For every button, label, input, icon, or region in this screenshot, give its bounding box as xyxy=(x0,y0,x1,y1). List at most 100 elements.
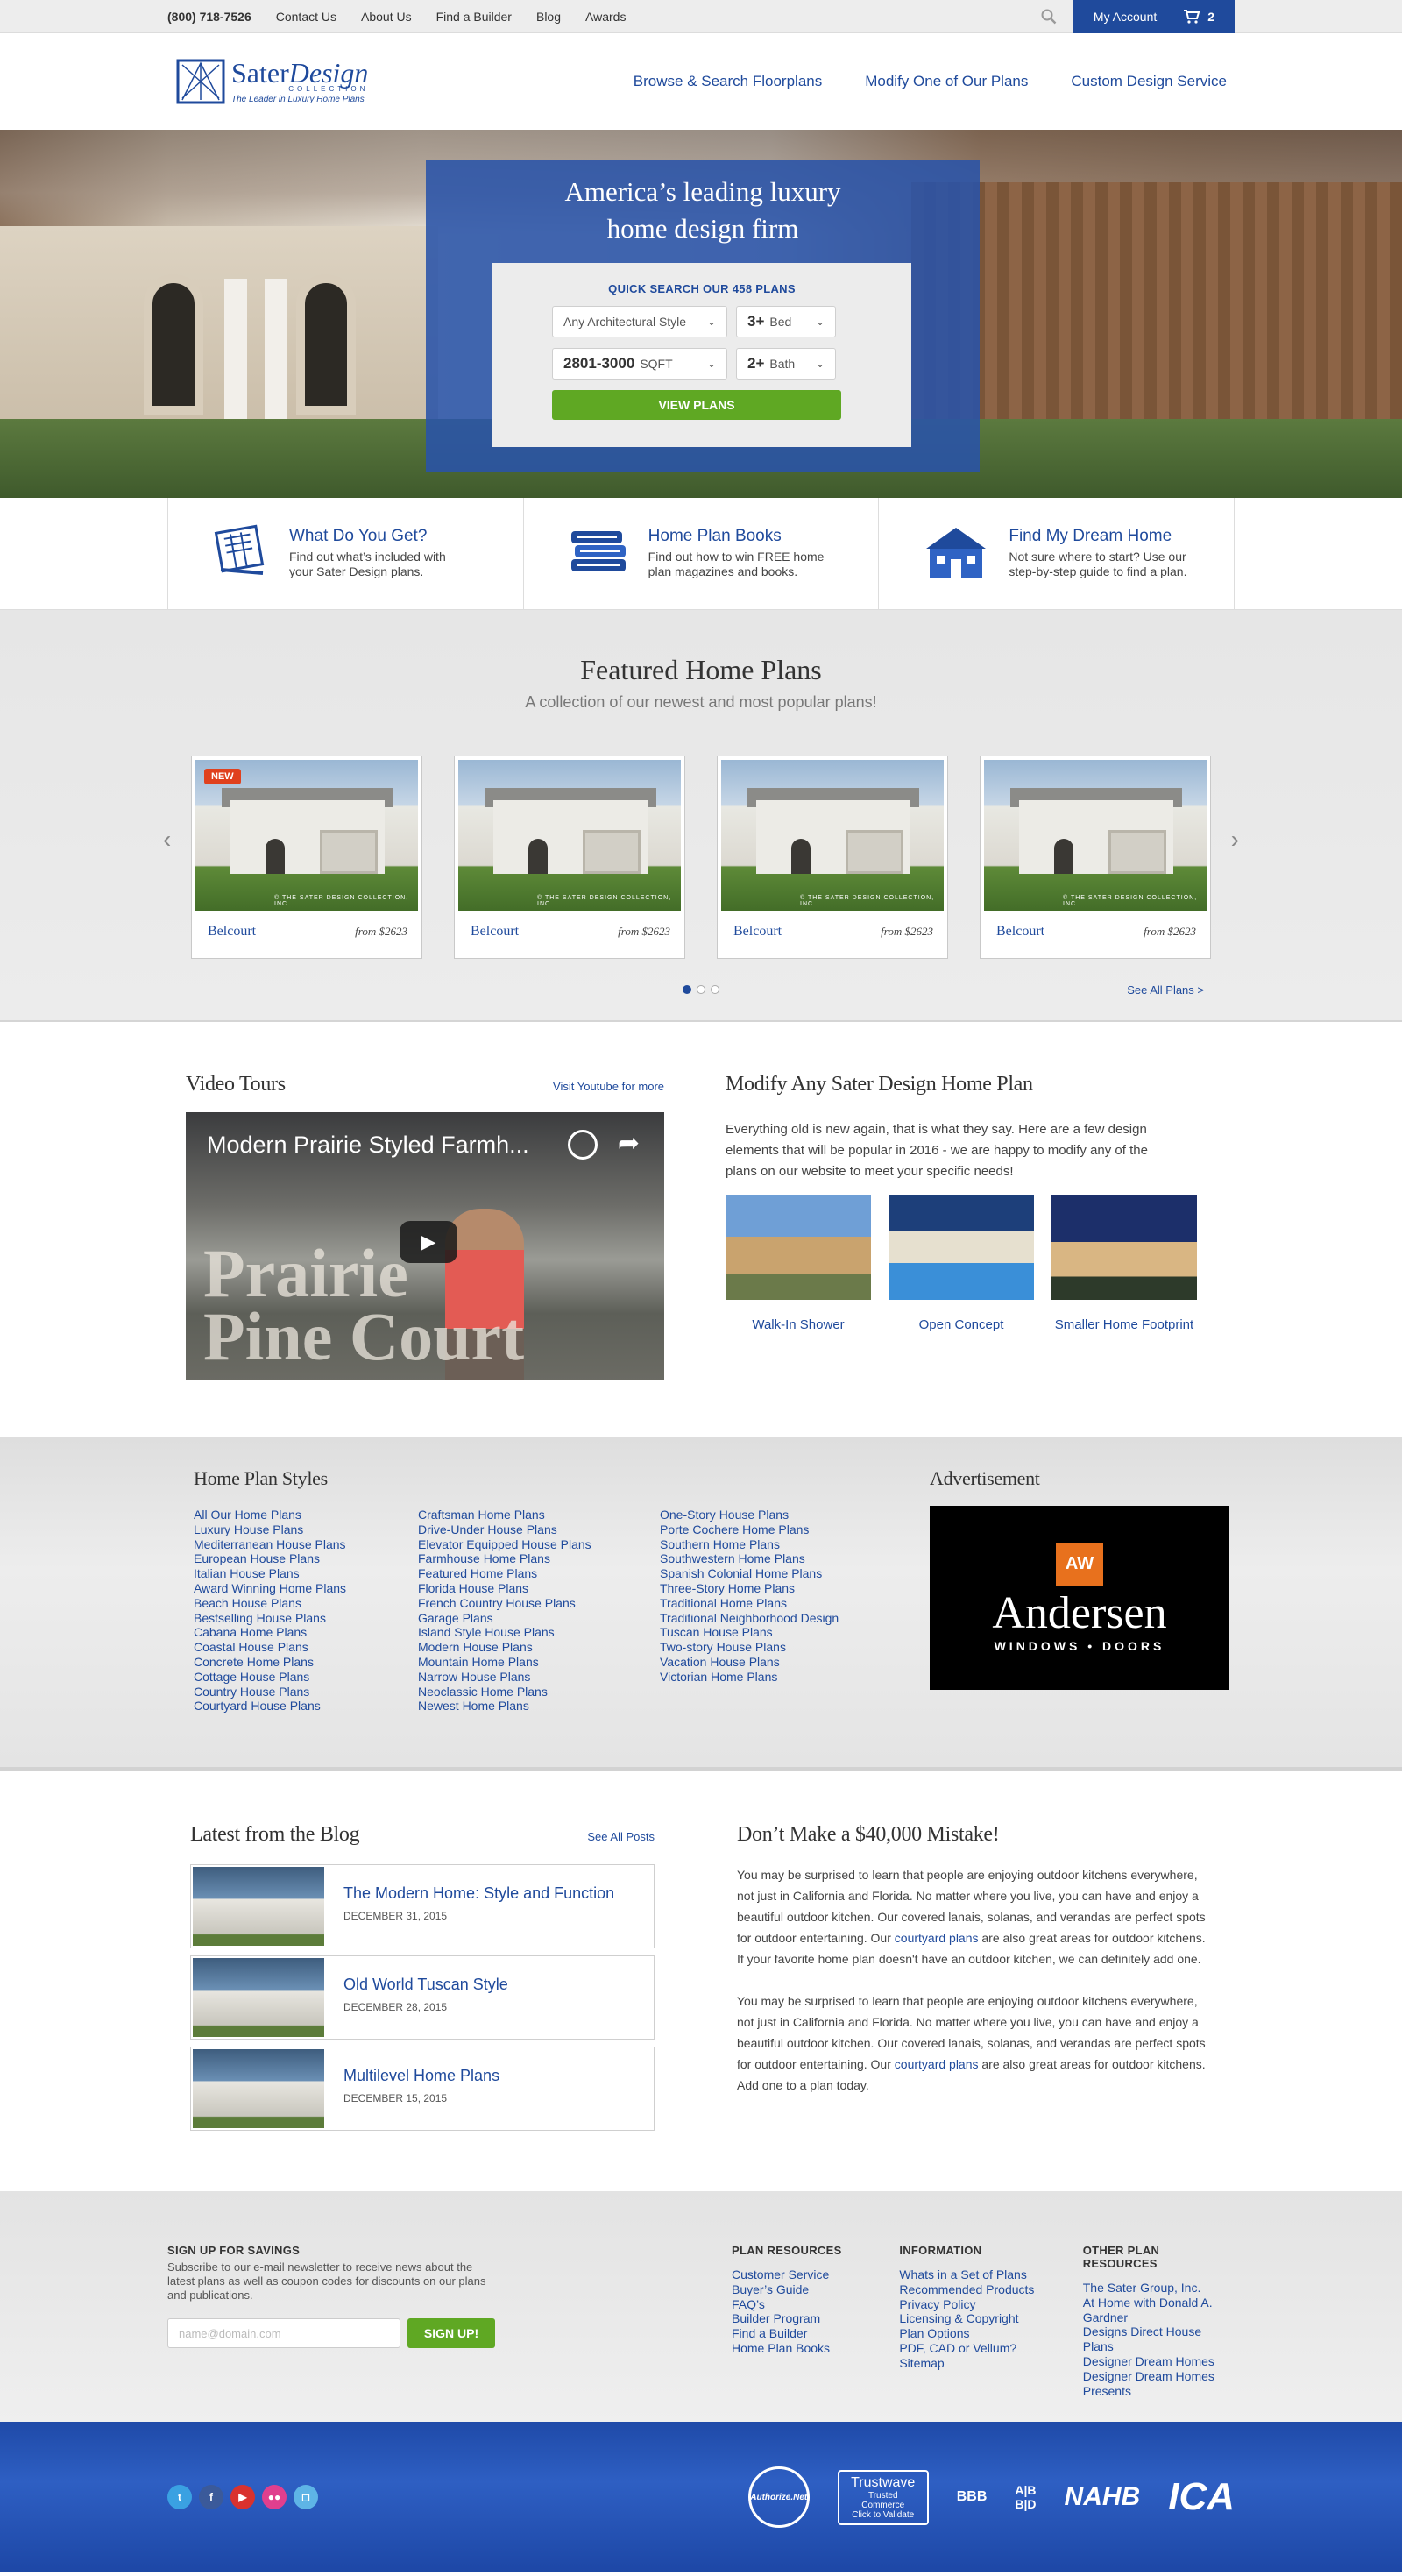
footer-link[interactable]: Designer Dream Homes Presents xyxy=(1083,2369,1235,2399)
nav-browse-floorplans[interactable]: Browse & Search Floorplans xyxy=(634,73,822,90)
style-link[interactable]: Mediterranean House Plans xyxy=(194,1537,418,1552)
search-icon[interactable] xyxy=(1031,0,1066,33)
style-link[interactable]: Featured Home Plans xyxy=(418,1566,660,1581)
style-link[interactable]: Italian House Plans xyxy=(194,1566,418,1581)
share-icon[interactable]: ➦ xyxy=(618,1128,640,1159)
style-link[interactable]: Bestselling House Plans xyxy=(194,1611,418,1626)
email-input[interactable]: name@domain.com xyxy=(167,2318,400,2348)
carousel-dot[interactable] xyxy=(697,985,705,994)
footer-link[interactable]: Designs Direct House Plans xyxy=(1083,2324,1235,2354)
toplink-blog[interactable]: Blog xyxy=(536,10,561,24)
style-link[interactable]: Drive-Under House Plans xyxy=(418,1522,660,1537)
style-link[interactable]: Traditional Home Plans xyxy=(660,1596,875,1611)
style-select[interactable]: Any Architectural Style ⌄ xyxy=(552,306,727,337)
footer-link[interactable]: The Sater Group, Inc. xyxy=(1083,2281,1235,2296)
watch-later-icon[interactable] xyxy=(568,1130,598,1160)
blog-post[interactable]: The Modern Home: Style and Function DECEM… xyxy=(190,1864,655,1948)
footer-link[interactable]: Recommended Products xyxy=(899,2282,1082,2297)
view-plans-button[interactable]: VIEW PLANS xyxy=(552,390,841,420)
twitter-icon[interactable]: t xyxy=(167,2485,192,2509)
modify-smaller-footprint[interactable]: Smaller Home Footprint xyxy=(1052,1195,1197,1332)
style-link[interactable]: Tuscan House Plans xyxy=(660,1625,875,1640)
style-link[interactable]: Courtyard House Plans xyxy=(194,1699,418,1714)
toplink-about[interactable]: About Us xyxy=(361,10,412,24)
style-link[interactable]: Vacation House Plans xyxy=(660,1655,875,1670)
style-link[interactable]: Farmhouse Home Plans xyxy=(418,1551,660,1566)
style-link[interactable]: Modern House Plans xyxy=(418,1640,660,1655)
blog-post[interactable]: Old World Tuscan Style DECEMBER 28, 2015 xyxy=(190,1955,655,2040)
style-link[interactable]: Beach House Plans xyxy=(194,1596,418,1611)
plan-card[interactable]: © THE SATER DESIGN COLLECTION, INC. Belc… xyxy=(717,756,948,959)
play-icon[interactable]: ▶ xyxy=(400,1221,457,1263)
style-link[interactable]: Southern Home Plans xyxy=(660,1537,875,1552)
style-link[interactable]: Elevator Equipped House Plans xyxy=(418,1537,660,1552)
footer-link[interactable]: Find a Builder xyxy=(732,2326,899,2341)
style-link[interactable]: Country House Plans xyxy=(194,1685,418,1700)
video-player[interactable]: Modern Prairie Styled Farmh... ➦ Prairie… xyxy=(186,1112,664,1380)
plan-card[interactable]: © THE SATER DESIGN COLLECTION, INC. Belc… xyxy=(454,756,685,959)
style-link[interactable]: Garage Plans xyxy=(418,1611,660,1626)
see-all-posts-link[interactable]: See All Posts xyxy=(587,1830,655,1843)
style-link[interactable]: Cabana Home Plans xyxy=(194,1625,418,1640)
plan-card[interactable]: © THE SATER DESIGN COLLECTION, INC. Belc… xyxy=(980,756,1211,959)
my-account-button[interactable]: My Account 2 xyxy=(1073,0,1235,33)
style-link[interactable]: Narrow House Plans xyxy=(418,1670,660,1685)
carousel-next-arrow-icon[interactable]: › xyxy=(1231,826,1239,854)
andersen-ad[interactable]: AW Andersen WINDOWS • DOORS xyxy=(930,1506,1229,1690)
style-link[interactable]: Victorian Home Plans xyxy=(660,1670,875,1685)
cart-button[interactable]: 2 xyxy=(1183,10,1214,24)
site-logo[interactable]: SaterDesign COLLECTION The Leader in Lux… xyxy=(175,58,368,105)
plan-card[interactable]: NEW © THE SATER DESIGN COLLECTION, INC. … xyxy=(191,756,422,959)
style-link[interactable]: Luxury House Plans xyxy=(194,1522,418,1537)
style-link[interactable]: Newest Home Plans xyxy=(418,1699,660,1714)
footer-link[interactable]: Sitemap xyxy=(899,2356,1082,2371)
style-link[interactable]: Neoclassic Home Plans xyxy=(418,1685,660,1700)
signup-button[interactable]: SIGN UP! xyxy=(407,2318,495,2348)
footer-link[interactable]: Plan Options xyxy=(899,2326,1082,2341)
courtyard-plans-link[interactable]: courtyard plans xyxy=(895,1931,979,1945)
style-link[interactable]: Three-Story Home Plans xyxy=(660,1581,875,1596)
footer-link[interactable]: Builder Program xyxy=(732,2311,899,2326)
bath-select[interactable]: 2+ Bath ⌄ xyxy=(736,348,836,380)
modify-walk-in-shower[interactable]: Walk-In Shower xyxy=(726,1195,871,1332)
style-link[interactable]: Coastal House Plans xyxy=(194,1640,418,1655)
footer-link[interactable]: FAQ’s xyxy=(732,2297,899,2312)
youtube-link[interactable]: Visit Youtube for more xyxy=(553,1080,664,1093)
toplink-awards[interactable]: Awards xyxy=(585,10,626,24)
trustwave-seal[interactable]: Trustwave Trusted Commerce Click to Vali… xyxy=(837,2469,929,2525)
style-link[interactable]: Concrete Home Plans xyxy=(194,1655,418,1670)
modify-open-concept[interactable]: Open Concept xyxy=(889,1195,1034,1332)
footer-link[interactable]: At Home with Donald A. Gardner xyxy=(1083,2296,1235,2325)
footer-link[interactable]: Customer Service xyxy=(732,2267,899,2282)
courtyard-plans-link[interactable]: courtyard plans xyxy=(895,2057,979,2071)
footer-link[interactable]: Privacy Policy xyxy=(899,2297,1082,2312)
authorize-net-seal[interactable]: Authorize.Net xyxy=(747,2466,810,2528)
style-link[interactable]: Craftsman Home Plans xyxy=(418,1508,660,1522)
style-link[interactable]: Mountain Home Plans xyxy=(418,1655,660,1670)
style-link[interactable]: Florida House Plans xyxy=(418,1581,660,1596)
instagram-icon[interactable]: ◻ xyxy=(294,2485,318,2509)
sqft-select[interactable]: 2801-3000 SQFT ⌄ xyxy=(552,348,727,380)
feature-find-dream-home[interactable]: Find My Dream Home Not sure where to sta… xyxy=(879,498,1236,610)
blog-post[interactable]: Multilevel Home Plans DECEMBER 15, 2015 xyxy=(190,2047,655,2131)
toplink-find-builder[interactable]: Find a Builder xyxy=(436,10,512,24)
carousel-dot[interactable] xyxy=(711,985,719,994)
style-link[interactable]: One-Story House Plans xyxy=(660,1508,875,1522)
footer-link[interactable]: PDF, CAD or Vellum? xyxy=(899,2341,1082,2356)
footer-link[interactable]: Whats in a Set of Plans xyxy=(899,2267,1082,2282)
style-link[interactable]: Traditional Neighborhood Design xyxy=(660,1611,875,1626)
feature-home-plan-books[interactable]: Home Plan Books Find out how to win FREE… xyxy=(524,498,880,610)
flickr-icon[interactable]: ●● xyxy=(262,2485,287,2509)
bbb-logo[interactable]: BBB xyxy=(957,2489,988,2505)
style-link[interactable]: Award Winning Home Plans xyxy=(194,1581,418,1596)
style-link[interactable]: Porte Cochere Home Plans xyxy=(660,1522,875,1537)
style-link[interactable]: French Country House Plans xyxy=(418,1596,660,1611)
footer-link[interactable]: Home Plan Books xyxy=(732,2341,899,2356)
style-link[interactable]: Island Style House Plans xyxy=(418,1625,660,1640)
bed-select[interactable]: 3+ Bed ⌄ xyxy=(736,306,836,337)
footer-link[interactable]: Designer Dream Homes xyxy=(1083,2354,1235,2369)
facebook-icon[interactable]: f xyxy=(199,2485,223,2509)
style-link[interactable]: European House Plans xyxy=(194,1551,418,1566)
style-link[interactable]: All Our Home Plans xyxy=(194,1508,418,1522)
carousel-dot[interactable] xyxy=(683,985,691,994)
